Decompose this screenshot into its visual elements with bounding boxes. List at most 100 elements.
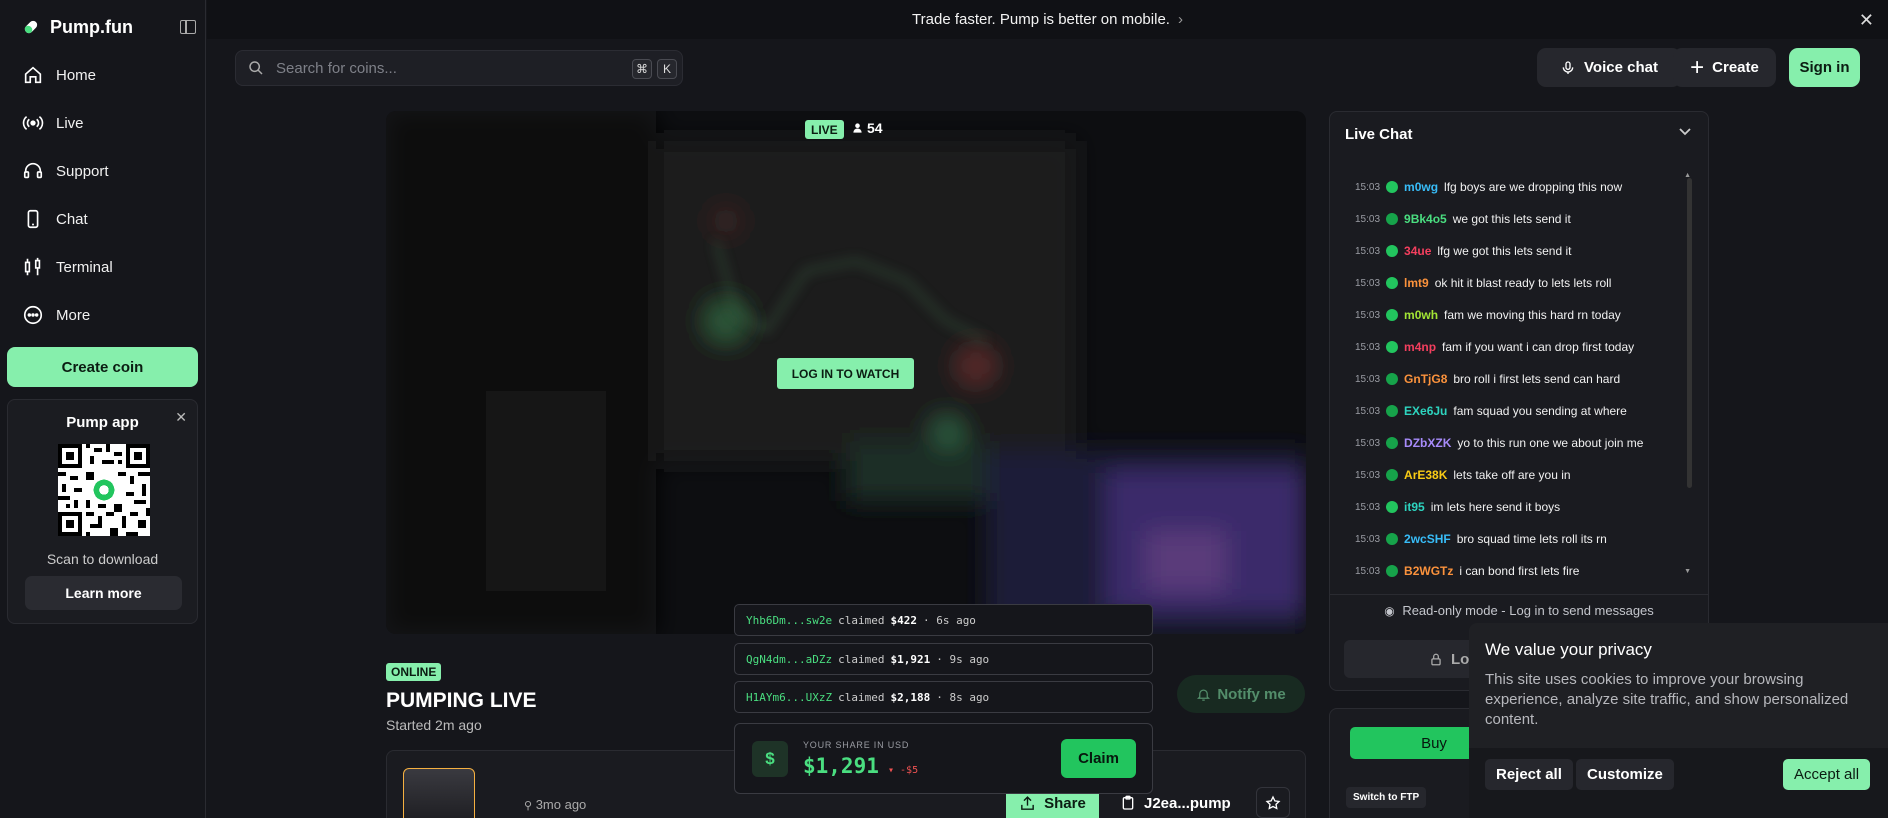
chat-username[interactable]: 2wcSHF [1404, 532, 1451, 546]
user-avatar [1386, 437, 1399, 449]
chat-username[interactable]: it95 [1404, 500, 1425, 514]
chat-time: 15:03 [1355, 181, 1381, 193]
chat-text: yo to this run one we about join me [1457, 436, 1644, 450]
stream-title: PUMPING LIVE [386, 689, 537, 712]
claim-address: QgN4dm...aDZz [746, 652, 833, 666]
live-chat-panel: Live Chat 15:03 m0wg lfg boys are we dropp… [1329, 111, 1709, 691]
claim-time: · 8s ago [936, 690, 990, 704]
kbd-mod: ⌘ [632, 59, 652, 79]
chat-message: 15:03 B2WGTz i can bond first lets fire [1355, 563, 1579, 579]
notify-label: Notify me [1217, 685, 1286, 703]
sidebar-item-terminal[interactable]: Terminal [22, 253, 192, 281]
chat-text: bro squad time lets roll its rn [1456, 532, 1607, 546]
chat-username[interactable]: ArE38K [1404, 468, 1447, 482]
banner-text: Trade faster. Pump is better on mobile. [912, 11, 1170, 28]
chevron-down-icon[interactable] [1678, 125, 1692, 140]
sidebar-item-live[interactable]: Live [22, 109, 192, 137]
reject-all-button[interactable]: Reject all [1485, 759, 1573, 790]
chat-text: i can bond first lets fire [1459, 564, 1580, 578]
favorite-button[interactable] [1256, 787, 1290, 818]
chat-username[interactable]: 34ue [1404, 244, 1431, 258]
search-input[interactable]: Search for coins... [276, 60, 397, 77]
chat-username[interactable]: DZbXZK [1404, 436, 1451, 450]
chat-username[interactable]: m4np [1404, 340, 1436, 354]
sidebar-item-label: Chat [56, 210, 88, 228]
chat-username[interactable]: 9Bk4o5 [1404, 212, 1447, 226]
chat-time: 15:03 [1355, 501, 1381, 513]
search-bar[interactable]: Search for coins... ⌘ K [235, 50, 683, 86]
chat-text: lets take off are you in [1453, 468, 1571, 482]
pump-app-card: Pump app ✕ Scan to download Learn more [7, 399, 198, 624]
readonly-text: Read-only mode - Log in to send messages [1402, 603, 1654, 618]
chat-text: fam if you want i can drop first today [1442, 340, 1635, 354]
contract-address[interactable]: J2ea...pump [1120, 794, 1231, 812]
coin-thumbnail[interactable] [403, 768, 475, 818]
login-to-watch-button[interactable]: LOG IN TO WATCH [777, 358, 914, 389]
sidebar-item-support[interactable]: Support [22, 157, 192, 185]
sidebar-item-label: Support [56, 162, 109, 180]
user-avatar [1386, 213, 1399, 225]
user-avatar [1386, 469, 1399, 481]
mobile-banner[interactable]: Trade faster. Pump is better on mobile. … [207, 0, 1888, 39]
share-in-usd-card: $ YOUR SHARE IN USD $1,291 ▾ -$5 Claim [734, 723, 1153, 794]
chat-message: 15:03 lmt9 ok hit it blast ready to lets l… [1355, 275, 1611, 291]
claim-amount: $2,188 [890, 690, 931, 704]
chat-time: 15:03 [1355, 437, 1381, 449]
user-avatar [1386, 533, 1399, 545]
chat-divider [1330, 594, 1708, 595]
scroll-up-icon[interactable]: ▲ [1684, 172, 1691, 179]
close-icon[interactable]: ✕ [175, 409, 187, 426]
sign-in-button[interactable]: Sign in [1789, 48, 1860, 87]
user-avatar [1386, 181, 1399, 193]
chat-message: 15:03 EXe6Ju fam squad you sending at wher… [1355, 403, 1627, 419]
pill-logo-icon [24, 20, 38, 34]
chat-username[interactable]: lmt9 [1404, 276, 1429, 290]
sidebar-item-more[interactable]: More [22, 301, 192, 329]
switch-ftp-button[interactable]: Switch to FTP [1346, 787, 1427, 808]
started-time: Started 2m ago [386, 717, 482, 733]
chat-login-label: Lo [1451, 650, 1470, 668]
viewer-count-value: 54 [867, 120, 883, 136]
user-avatar [1386, 245, 1399, 257]
claim-verb: claimed [838, 690, 885, 704]
chat-time: 15:03 [1355, 373, 1381, 385]
user-avatar [1386, 405, 1399, 417]
learn-more-button[interactable]: Learn more [25, 576, 182, 610]
chat-message: 15:03 34ue lfg we got this lets send it [1355, 243, 1571, 259]
chat-message: 15:03 m4np fam if you want i can drop firs… [1355, 339, 1634, 355]
customize-button[interactable]: Customize [1576, 759, 1674, 790]
create-coin-button[interactable]: Create coin [7, 347, 198, 387]
chat-username[interactable]: EXe6Ju [1404, 404, 1447, 418]
close-icon[interactable]: ✕ [1859, 10, 1874, 31]
clipboard-icon [1122, 795, 1134, 810]
chat-text: fam squad you sending at where [1453, 404, 1627, 418]
lock-icon [1431, 653, 1441, 665]
sidebar-item-chat[interactable]: Chat [22, 205, 192, 233]
sidebar-item-label: Home [56, 66, 97, 84]
chat-username[interactable]: GnTjG8 [1404, 372, 1447, 386]
brand-logo[interactable]: Pump.fun [20, 16, 133, 38]
chat-text: lfg we got this lets send it [1437, 244, 1572, 258]
scroll-down-icon[interactable]: ▼ [1684, 568, 1691, 575]
chat-username[interactable]: m0wg [1404, 180, 1438, 194]
chat-username[interactable]: m0wh [1404, 308, 1438, 322]
claim-toast: H1AYm6...UXzZ claimed $2,188 · 8s ago [734, 681, 1153, 713]
voice-chat-button[interactable]: Voice chat [1537, 48, 1681, 87]
chat-message: 15:03 m0wh fam we moving this hard rn toda… [1355, 307, 1621, 323]
create-button[interactable]: + Create [1673, 48, 1776, 87]
notify-me-button[interactable]: Notify me [1177, 675, 1305, 713]
chat-time: 15:03 [1355, 469, 1381, 481]
claim-button[interactable]: Claim [1061, 739, 1136, 778]
qr-code [58, 444, 150, 536]
star-icon [1265, 794, 1281, 810]
status-badge: ONLINE [386, 663, 442, 681]
chat-username[interactable]: B2WGTz [1404, 564, 1453, 578]
chat-scrollbar[interactable] [1687, 178, 1692, 488]
sidebar-item-home[interactable]: Home [22, 61, 192, 89]
accept-all-button[interactable]: Accept all [1783, 759, 1871, 790]
chat-time: 15:03 [1355, 533, 1381, 545]
sidebar-collapse-icon[interactable] [180, 20, 196, 34]
chat-text: ok hit it blast ready to lets lets roll [1434, 276, 1612, 290]
headset-icon [23, 162, 43, 179]
chat-message: 15:03 2wcSHF bro squad time lets roll its … [1355, 531, 1607, 547]
